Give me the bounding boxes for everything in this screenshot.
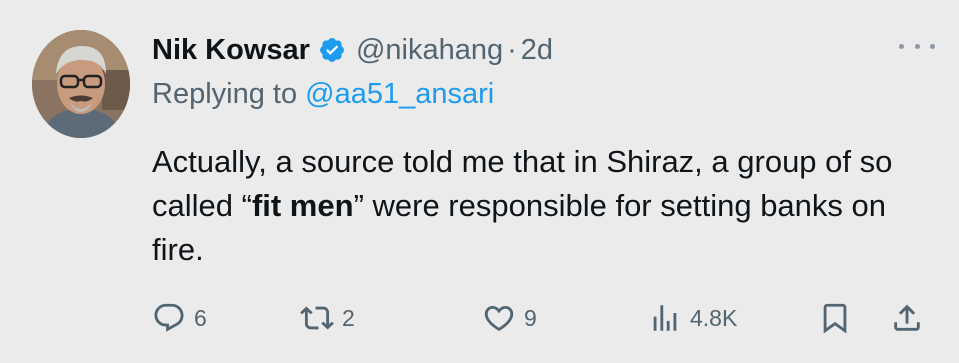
retweet-icon [300, 306, 334, 330]
timestamp[interactable]: 2d [521, 34, 553, 67]
action-bar: 6 2 9 4.8K [152, 296, 942, 340]
reply-button[interactable]: 6 [152, 296, 207, 340]
share-upload-icon [894, 304, 920, 331]
views-chart-icon [653, 305, 677, 331]
views-button[interactable]: 4.8K [648, 296, 737, 340]
retweet-count: 2 [342, 304, 355, 331]
user-handle[interactable]: @nikahang [356, 34, 503, 67]
avatar-photo [32, 30, 130, 138]
tweet-text-bold: fit men [251, 188, 354, 223]
like-count: 9 [524, 304, 537, 331]
avatar[interactable] [32, 30, 130, 138]
share-button[interactable] [890, 296, 924, 340]
tweet-header: Nik Kowsar @nikahang · 2d [152, 30, 553, 70]
display-name[interactable]: Nik Kowsar [152, 34, 310, 67]
verified-badge-icon [318, 36, 346, 64]
like-button[interactable]: 9 [482, 296, 537, 340]
tweet-text: Actually, a source told me that in Shira… [152, 140, 932, 272]
tweet-card[interactable]: Nik Kowsar @nikahang · 2d Replying to @a… [0, 0, 959, 363]
replying-handle-link[interactable]: @aa51_ansari [305, 78, 494, 110]
replying-prefix: Replying to [152, 78, 298, 110]
bookmark-icon [823, 303, 847, 334]
retweet-button[interactable]: 2 [300, 296, 355, 340]
replying-to: Replying to @aa51_ansari [152, 78, 494, 111]
heart-icon [484, 305, 514, 331]
reply-count: 6 [194, 304, 207, 331]
views-count: 4.8K [690, 304, 738, 331]
reply-bubble-icon [154, 303, 184, 332]
separator-dot: · [507, 33, 517, 66]
bookmark-button[interactable] [818, 296, 852, 340]
more-dots-icon[interactable] [899, 36, 935, 56]
